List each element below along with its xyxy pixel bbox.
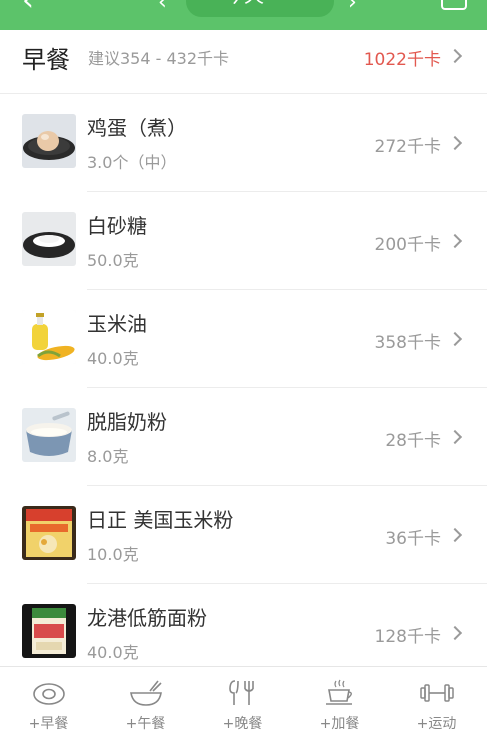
add-lunch-button[interactable]: +午餐 xyxy=(97,667,194,730)
add-breakfast-button[interactable]: +早餐 xyxy=(0,667,97,730)
white-sugar-image xyxy=(22,212,76,266)
top-navigation-bar: ‹ ‹ 今天 › xyxy=(0,0,487,30)
tab-label: +运动 xyxy=(416,716,457,730)
food-item-row[interactable]: 白砂糖 50.0克 200千卡 xyxy=(0,192,487,290)
corn-flour-package-image xyxy=(22,506,76,560)
date-label: 今天 xyxy=(224,0,264,8)
food-name: 玉米油 xyxy=(87,312,147,336)
calendar-icon[interactable] xyxy=(441,0,467,10)
food-item-row[interactable]: 日正 美国玉米粉 10.0克 36千卡 xyxy=(0,486,487,584)
next-day-icon[interactable]: › xyxy=(348,0,357,15)
food-name: 脱脂奶粉 xyxy=(87,410,167,434)
chevron-right-icon xyxy=(447,429,463,445)
tab-label: +加餐 xyxy=(319,716,360,730)
food-calories: 358千卡 xyxy=(374,333,441,353)
food-amount: 40.0克 xyxy=(87,643,139,662)
food-name: 龙港低筋面粉 xyxy=(87,606,207,630)
chevron-right-icon xyxy=(447,527,463,543)
coffee-cup-icon xyxy=(326,679,352,705)
food-calories: 272千卡 xyxy=(374,137,441,157)
meal-title: 早餐 xyxy=(22,46,70,74)
previous-day-icon[interactable]: ‹ xyxy=(158,0,167,15)
add-dinner-button[interactable]: +晚餐 xyxy=(194,667,291,730)
boiled-egg-image xyxy=(22,114,76,168)
date-selector[interactable]: 今天 xyxy=(186,0,334,17)
chevron-right-icon xyxy=(447,233,463,249)
food-calories: 128千卡 xyxy=(374,627,441,647)
add-exercise-button[interactable]: +运动 xyxy=(388,667,485,730)
skim-milk-powder-image xyxy=(22,408,76,462)
food-amount: 50.0克 xyxy=(87,251,139,270)
back-chevron-icon[interactable]: ‹ xyxy=(22,0,34,16)
food-item-row[interactable]: 鸡蛋（煮） 3.0个（中） 272千卡 xyxy=(0,94,487,192)
chevron-right-icon xyxy=(447,135,463,151)
food-amount: 8.0克 xyxy=(87,447,129,466)
add-snack-button[interactable]: +加餐 xyxy=(291,667,388,730)
chevron-right-icon xyxy=(447,331,463,347)
food-calories: 200千卡 xyxy=(374,235,441,255)
bowl-icon xyxy=(130,680,162,706)
meal-total-calories: 1022千卡 xyxy=(363,50,441,70)
chevron-right-icon xyxy=(447,625,463,641)
tab-label: +晚餐 xyxy=(222,716,263,730)
cake-flour-package-image xyxy=(22,604,76,658)
tab-label: +午餐 xyxy=(125,716,166,730)
food-amount: 40.0克 xyxy=(87,349,139,368)
food-item-row[interactable]: 玉米油 40.0克 358千卡 xyxy=(0,290,487,388)
meal-header-breakfast[interactable]: 早餐 建议354 - 432千卡 1022千卡 xyxy=(0,30,487,94)
food-amount: 3.0个（中） xyxy=(87,153,177,172)
food-name: 日正 美国玉米粉 xyxy=(87,508,234,532)
dumbbell-icon xyxy=(420,684,454,702)
food-name: 白砂糖 xyxy=(87,214,147,238)
meal-calorie-suggestion: 建议354 - 432千卡 xyxy=(88,49,230,68)
tab-label: +早餐 xyxy=(28,716,69,730)
fork-knife-icon xyxy=(229,680,254,705)
chevron-right-icon xyxy=(447,48,463,64)
egg-icon xyxy=(33,683,65,705)
corn-oil-image xyxy=(22,310,76,364)
food-name: 鸡蛋（煮） xyxy=(87,116,187,140)
food-amount: 10.0克 xyxy=(87,545,139,564)
bottom-add-bar: +早餐 +午餐 +晚餐 +加餐 +运动 xyxy=(0,666,487,730)
food-calories: 28千卡 xyxy=(385,431,441,451)
food-item-row[interactable]: 脱脂奶粉 8.0克 28千卡 xyxy=(0,388,487,486)
food-calories: 36千卡 xyxy=(385,529,441,549)
